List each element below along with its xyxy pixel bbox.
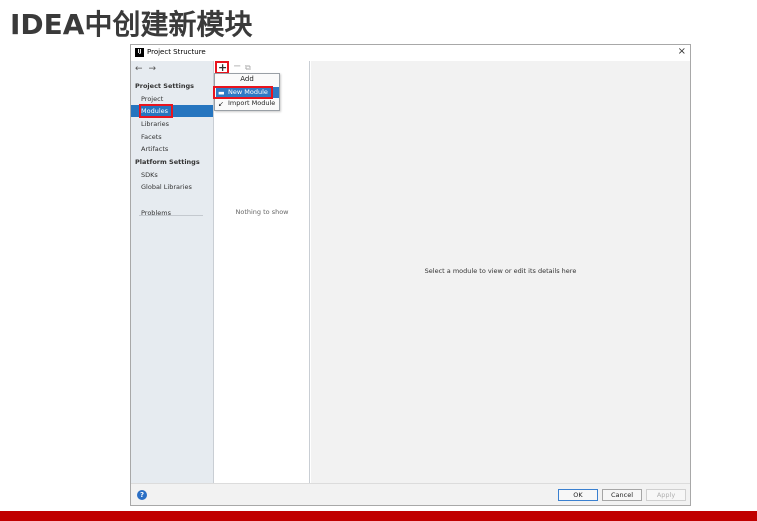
slide-title: IDEA中创建新模块 bbox=[10, 8, 253, 41]
cancel-button[interactable]: Cancel bbox=[602, 489, 642, 501]
dialog-title: Project Structure bbox=[147, 48, 206, 56]
platform-settings-header: Platform Settings bbox=[135, 158, 200, 166]
menu-item-import-module[interactable]: ↙ Import Module bbox=[216, 98, 279, 109]
nav-arrows: ← → bbox=[135, 64, 162, 74]
sidebar-item-global-libraries[interactable]: Global Libraries bbox=[141, 183, 192, 191]
intellij-app-icon: IJ bbox=[135, 48, 144, 57]
close-icon[interactable]: × bbox=[678, 46, 686, 57]
sidebar-item-libraries[interactable]: Libraries bbox=[141, 120, 169, 128]
remove-icon[interactable]: − bbox=[233, 61, 241, 72]
help-icon[interactable]: ? bbox=[137, 490, 147, 500]
menu-item-label: Import Module bbox=[228, 99, 276, 107]
ok-button[interactable]: OK bbox=[558, 489, 598, 501]
module-details-area: Select a module to view or edit its deta… bbox=[311, 61, 690, 483]
modules-highlight-box bbox=[139, 104, 173, 118]
sidebar-item-artifacts[interactable]: Artifacts bbox=[141, 145, 168, 153]
import-icon: ↙ bbox=[218, 100, 224, 108]
add-popup-header: Add bbox=[240, 75, 254, 83]
dialog-footer: ? OK Cancel Apply bbox=[131, 483, 690, 505]
sidebar-item-facets[interactable]: Facets bbox=[141, 133, 162, 141]
details-placeholder-text: Select a module to view or edit its deta… bbox=[424, 267, 577, 275]
apply-button[interactable]: Apply bbox=[646, 489, 686, 501]
back-arrow-icon[interactable]: ← bbox=[135, 64, 143, 74]
project-settings-header: Project Settings bbox=[135, 82, 194, 90]
forward-arrow-icon[interactable]: → bbox=[149, 64, 157, 74]
dialog-titlebar: IJ Project Structure × bbox=[131, 45, 690, 61]
sidebar-item-problems[interactable]: Problems bbox=[141, 209, 171, 217]
empty-state-text: Nothing to show bbox=[235, 208, 289, 216]
module-list-panel: + − ⧉ Nothing to show bbox=[214, 61, 310, 483]
sidebar-item-sdks[interactable]: SDKs bbox=[141, 171, 158, 179]
slide-bottom-bar bbox=[0, 511, 757, 521]
copy-icon[interactable]: ⧉ bbox=[245, 63, 251, 73]
sidebar-item-project[interactable]: Project bbox=[141, 95, 163, 103]
project-structure-dialog: IJ Project Structure × ← → Project Settin… bbox=[130, 44, 691, 506]
settings-sidebar: ← → Project Settings Project Modules Libr… bbox=[131, 61, 214, 483]
add-popup-menu: Add ▬ New Module ↙ Import Module bbox=[213, 73, 280, 111]
